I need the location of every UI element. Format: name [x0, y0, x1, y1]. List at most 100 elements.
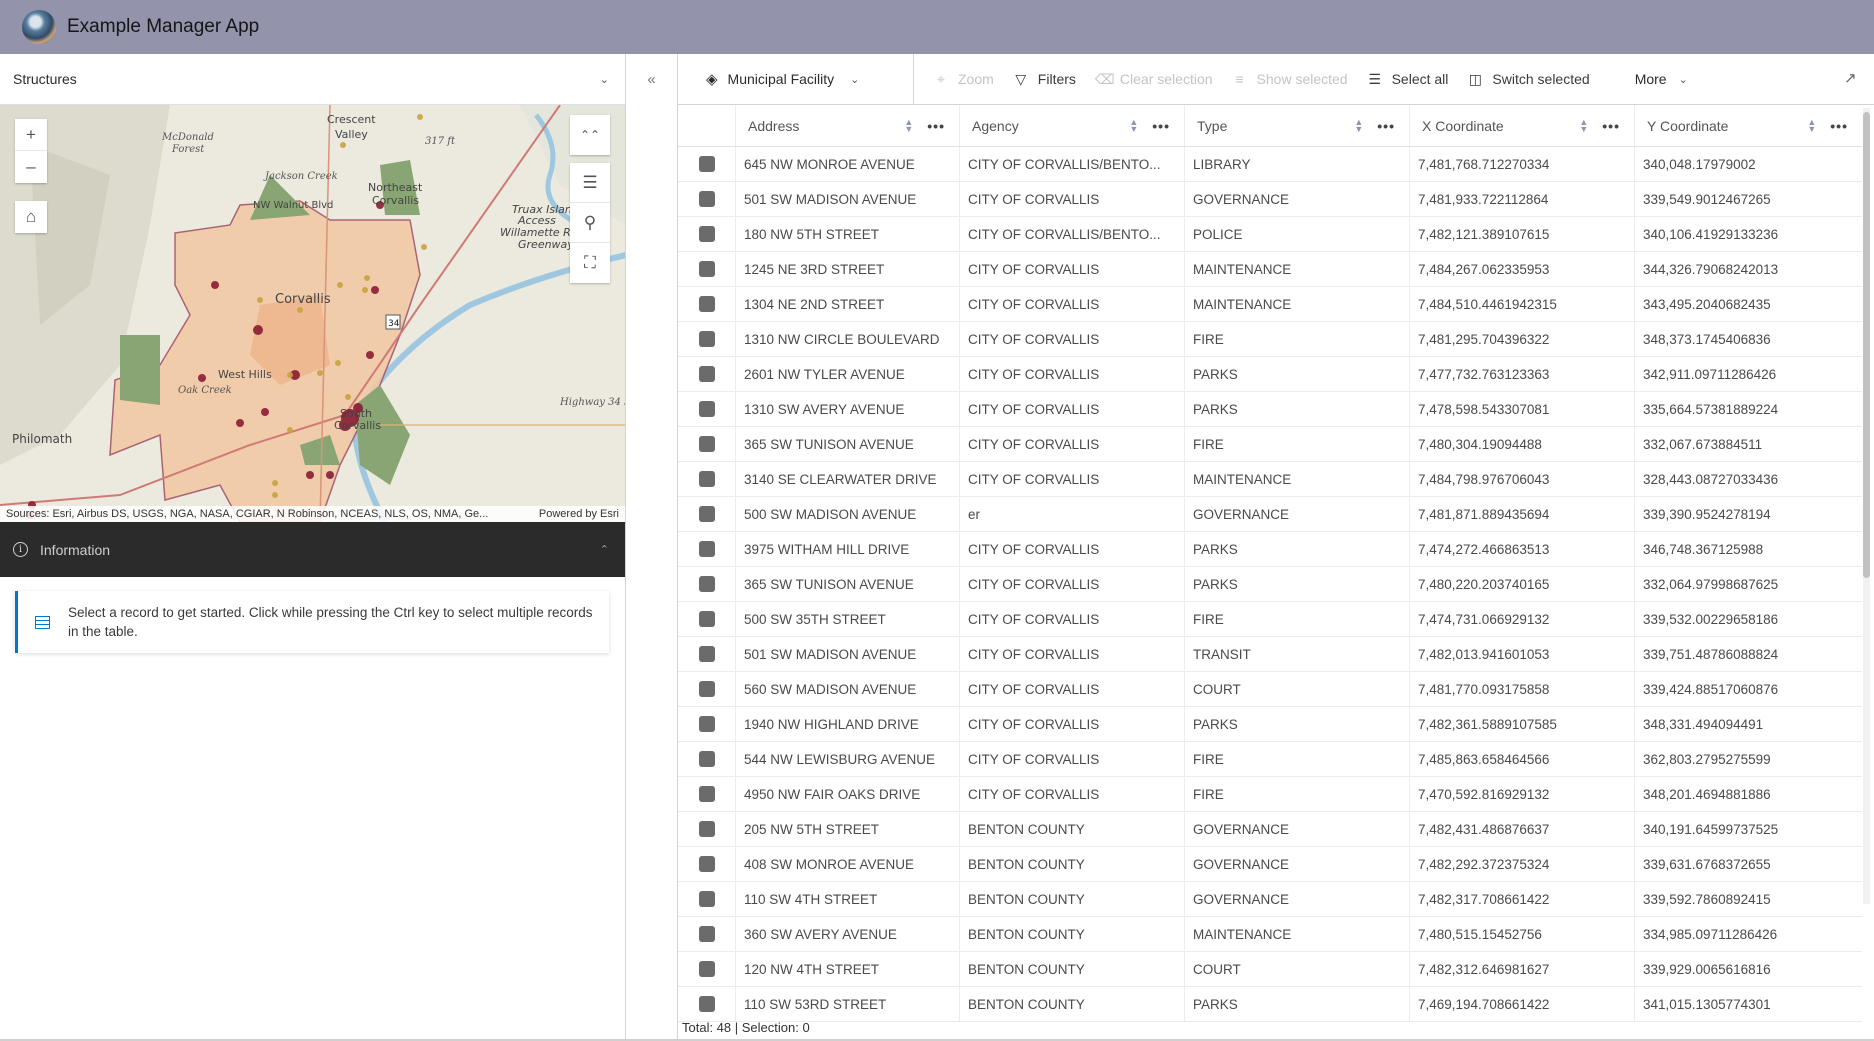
agency-cell[interactable]: CITY OF CORVALLIS — [960, 322, 1185, 356]
y-coordinate-cell[interactable]: 339,424.88517060876 — [1635, 672, 1862, 706]
collapse-tools-button[interactable]: ⌃⌃ — [570, 115, 610, 155]
agency-cell[interactable]: CITY OF CORVALLIS — [960, 287, 1185, 321]
row-checkbox[interactable] — [698, 856, 715, 872]
table-row[interactable]: 110 SW 53RD STREET BENTON COUNTY PARKS 7,46… — [678, 987, 1862, 1022]
type-cell[interactable]: PARKS — [1185, 532, 1410, 566]
address-cell[interactable]: 1310 NW CIRCLE BOULEVARD — [736, 322, 960, 356]
type-cell[interactable]: MAINTENANCE — [1185, 287, 1410, 321]
type-cell[interactable]: COURT — [1185, 952, 1410, 986]
row-checkbox[interactable] — [698, 751, 715, 767]
column-menu-icon[interactable]: ••• — [1152, 118, 1170, 134]
y-coordinate-cell[interactable]: 339,929.0065616816 — [1635, 952, 1862, 986]
table-row[interactable]: 365 SW TUNISON AVENUE CITY OF CORVALLIS FI… — [678, 427, 1862, 462]
table-row[interactable]: 365 SW TUNISON AVENUE CITY OF CORVALLIS PA… — [678, 567, 1862, 602]
sort-icon[interactable]: ▲ ▼ — [1129, 117, 1138, 133]
x-coordinate-cell[interactable]: 7,474,731.066929132 — [1410, 602, 1635, 636]
address-cell[interactable]: 500 SW MADISON AVENUE — [736, 497, 960, 531]
table-row[interactable]: 501 SW MADISON AVENUE CITY OF CORVALLIS GO… — [678, 182, 1862, 217]
type-cell[interactable]: GOVERNANCE — [1185, 182, 1410, 216]
fullscreen-button[interactable]: ⛶ — [570, 243, 610, 283]
agency-cell[interactable]: CITY OF CORVALLIS/BENTO... — [960, 147, 1185, 181]
table-row[interactable]: 408 SW MONROE AVENUE BENTON COUNTY GOVERNA… — [678, 847, 1862, 882]
agency-cell[interactable]: CITY OF CORVALLIS — [960, 637, 1185, 671]
column-menu-icon[interactable]: ••• — [927, 118, 945, 134]
row-checkbox[interactable] — [698, 471, 715, 487]
type-cell[interactable]: LIBRARY — [1185, 147, 1410, 181]
y-coordinate-cell[interactable]: 332,064.97998687625 — [1635, 567, 1862, 601]
x-coordinate-cell[interactable]: 7,480,304.19094488 — [1410, 427, 1635, 461]
sort-icon[interactable]: ▲ ▼ — [1579, 117, 1588, 133]
search-button[interactable]: ⚲ — [570, 203, 610, 243]
table-row[interactable]: 4950 NW FAIR OAKS DRIVE CITY OF CORVALLIS… — [678, 777, 1862, 812]
table-row[interactable]: 1245 NE 3RD STREET CITY OF CORVALLIS MAINT… — [678, 252, 1862, 287]
row-checkbox[interactable] — [698, 296, 715, 312]
type-cell[interactable]: GOVERNANCE — [1185, 497, 1410, 531]
address-cell[interactable]: 3975 WITHAM HILL DRIVE — [736, 532, 960, 566]
x-coordinate-cell[interactable]: 7,484,510.4461942315 — [1410, 287, 1635, 321]
zoom-to-selection-button[interactable]: ⌖ Zoom — [933, 71, 994, 88]
y-coordinate-cell[interactable]: 348,201.4694881886 — [1635, 777, 1862, 811]
column-header-agency[interactable]: Agency ▲ ▼ ••• — [960, 105, 1185, 146]
x-coordinate-cell[interactable]: 7,482,121.389107615 — [1410, 217, 1635, 251]
address-cell[interactable]: 2601 NW TYLER AVENUE — [736, 357, 960, 391]
x-coordinate-cell[interactable]: 7,481,770.093175858 — [1410, 672, 1635, 706]
type-cell[interactable]: GOVERNANCE — [1185, 882, 1410, 916]
row-checkbox[interactable] — [698, 366, 715, 382]
x-coordinate-cell[interactable]: 7,485,863.658464566 — [1410, 742, 1635, 776]
row-checkbox[interactable] — [698, 996, 715, 1012]
table-row[interactable]: 360 SW AVERY AVENUE BENTON COUNTY MAINTENA… — [678, 917, 1862, 952]
y-coordinate-cell[interactable]: 341,015.1305774301 — [1635, 987, 1862, 1021]
agency-cell[interactable]: CITY OF CORVALLIS/BENTO... — [960, 217, 1185, 251]
sort-icon[interactable]: ▲ ▼ — [1807, 117, 1816, 133]
row-checkbox[interactable] — [698, 926, 715, 942]
row-checkbox[interactable] — [698, 786, 715, 802]
address-cell[interactable]: 645 NW MONROE AVENUE — [736, 147, 960, 181]
column-menu-icon[interactable]: ••• — [1602, 118, 1620, 134]
type-cell[interactable]: TRANSIT — [1185, 637, 1410, 671]
row-checkbox[interactable] — [698, 611, 715, 627]
x-coordinate-cell[interactable]: 7,481,768.712270334 — [1410, 147, 1635, 181]
type-cell[interactable]: PARKS — [1185, 357, 1410, 391]
y-coordinate-cell[interactable]: 343,495.2040682435 — [1635, 287, 1862, 321]
agency-cell[interactable]: CITY OF CORVALLIS — [960, 182, 1185, 216]
scrollbar-thumb[interactable] — [1863, 112, 1870, 578]
filters-button[interactable]: ▽ Filters — [1013, 71, 1076, 88]
address-cell[interactable]: 501 SW MADISON AVENUE — [736, 637, 960, 671]
y-coordinate-cell[interactable]: 348,373.1745406836 — [1635, 322, 1862, 356]
agency-cell[interactable]: CITY OF CORVALLIS — [960, 567, 1185, 601]
x-coordinate-cell[interactable]: 7,482,292.372375324 — [1410, 847, 1635, 881]
table-row[interactable]: 500 SW 35TH STREET CITY OF CORVALLIS FIRE 7… — [678, 602, 1862, 637]
chevrons-up-icon[interactable]: ⌃ — [600, 543, 609, 556]
row-checkbox[interactable] — [698, 226, 715, 242]
agency-cell[interactable]: CITY OF CORVALLIS — [960, 742, 1185, 776]
type-cell[interactable]: FIRE — [1185, 777, 1410, 811]
column-menu-icon[interactable]: ••• — [1830, 118, 1848, 134]
address-cell[interactable]: 365 SW TUNISON AVENUE — [736, 427, 960, 461]
address-cell[interactable]: 110 SW 53RD STREET — [736, 987, 960, 1021]
powered-by-esri[interactable]: Powered by Esri — [539, 508, 619, 520]
collapse-panel-button[interactable]: « — [626, 54, 677, 105]
table-row[interactable]: 501 SW MADISON AVENUE CITY OF CORVALLIS TR… — [678, 637, 1862, 672]
row-checkbox[interactable] — [698, 156, 715, 172]
agency-cell[interactable]: er — [960, 497, 1185, 531]
column-header-y-coordinate[interactable]: Y Coordinate ▲ ▼ ••• — [1635, 105, 1862, 146]
type-cell[interactable]: GOVERNANCE — [1185, 812, 1410, 846]
column-menu-icon[interactable]: ••• — [1377, 118, 1395, 134]
address-cell[interactable]: 110 SW 4TH STREET — [736, 882, 960, 916]
more-dropdown[interactable]: More ⌄ — [1635, 71, 1688, 87]
row-checkbox[interactable] — [698, 506, 715, 522]
row-checkbox[interactable] — [698, 261, 715, 277]
agency-cell[interactable]: CITY OF CORVALLIS — [960, 602, 1185, 636]
structures-dropdown[interactable]: Structures ⌄ — [0, 54, 625, 105]
type-cell[interactable]: PARKS — [1185, 707, 1410, 741]
zoom-out-button[interactable]: – — [15, 151, 47, 183]
address-cell[interactable]: 560 SW MADISON AVENUE — [736, 672, 960, 706]
row-checkbox[interactable] — [698, 821, 715, 837]
table-row[interactable]: 645 NW MONROE AVENUE CITY OF CORVALLIS/BE… — [678, 147, 1862, 182]
y-coordinate-cell[interactable]: 348,331.494094491 — [1635, 707, 1862, 741]
address-cell[interactable]: 4950 NW FAIR OAKS DRIVE — [736, 777, 960, 811]
agency-cell[interactable]: BENTON COUNTY — [960, 952, 1185, 986]
home-button[interactable]: ⌂ — [15, 201, 47, 233]
table-row[interactable]: 1310 SW AVERY AVENUE CITY OF CORVALLIS PAR… — [678, 392, 1862, 427]
y-coordinate-cell[interactable]: 340,106.41929133236 — [1635, 217, 1862, 251]
